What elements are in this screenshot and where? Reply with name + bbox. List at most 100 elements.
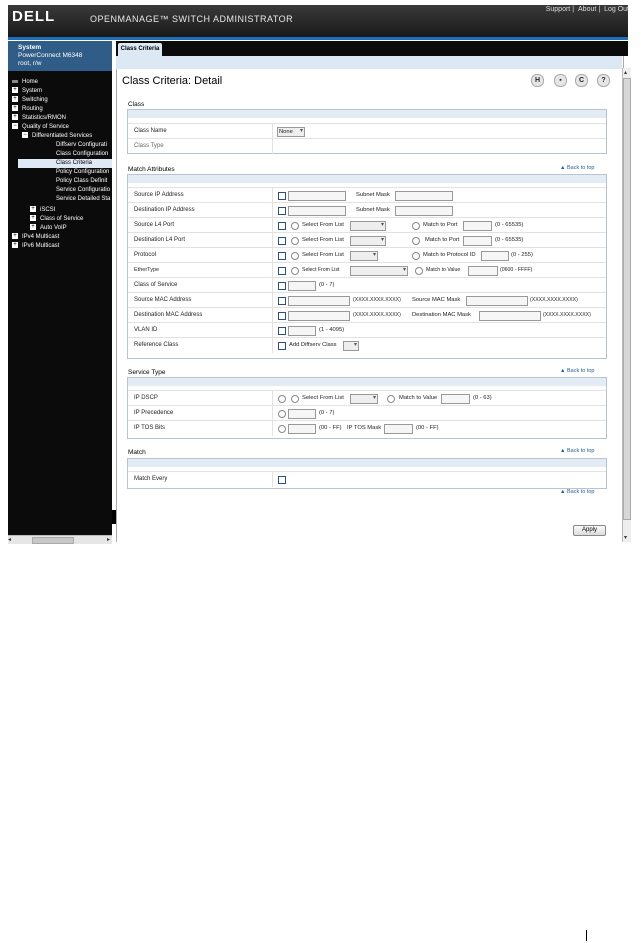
ip-tos-radio[interactable] [278, 425, 286, 433]
scrollbar-thumb[interactable] [623, 78, 631, 520]
ip-dscp-radio[interactable] [278, 395, 286, 403]
sidebar-item-cos[interactable]: + Class of Service [30, 215, 83, 224]
ethertype-value-input[interactable] [468, 266, 498, 276]
dest-ip-checkbox[interactable] [278, 207, 286, 215]
dest-mac-input[interactable] [288, 311, 350, 321]
source-l4-list-radio[interactable] [291, 222, 299, 230]
protocol-checkbox[interactable] [278, 252, 286, 260]
dest-mac-mask-input[interactable] [479, 311, 541, 321]
print-icon[interactable]: ▪ [554, 74, 567, 87]
save-icon[interactable]: H [531, 74, 544, 87]
ethertype-value-radio[interactable] [415, 267, 423, 275]
ethertype-list-radio[interactable] [291, 267, 299, 275]
cos-checkbox[interactable] [278, 282, 286, 290]
sidebar-item-class-criteria[interactable]: Class Criteria [18, 159, 112, 168]
expand-icon[interactable]: + [12, 233, 18, 240]
source-mac-input[interactable] [288, 296, 350, 306]
back-to-top-link[interactable]: ▲ Back to top [560, 165, 595, 171]
source-l4-port-input[interactable] [463, 221, 492, 231]
ethertype-checkbox[interactable] [278, 267, 286, 275]
sidebar-item-policy-class-def[interactable]: Policy Class Definit [56, 177, 107, 186]
ethertype-select[interactable] [350, 266, 408, 276]
ip-precedence-input[interactable] [288, 409, 316, 419]
reference-class-checkbox[interactable] [278, 342, 286, 350]
sidebar-item-ipv4-multicast[interactable]: + IPv4 Multicast [12, 233, 59, 242]
dscp-value-radio[interactable] [387, 395, 395, 403]
collapse-icon[interactable]: − [22, 132, 28, 139]
sidebar-item-qos[interactable]: − Quality of Service [12, 123, 69, 132]
diffserv-class-select[interactable] [343, 341, 359, 351]
protocol-select[interactable] [350, 251, 378, 261]
source-ip-checkbox[interactable] [278, 192, 286, 200]
sidebar-item-system[interactable]: + System [12, 87, 42, 96]
sidebar-item-autovoip[interactable]: + Auto VoIP [30, 224, 67, 233]
sidebar-item-policy-config[interactable]: Policy Configuration [56, 168, 109, 177]
expand-icon[interactable]: + [30, 206, 36, 213]
about-link[interactable]: About [576, 6, 598, 13]
sidebar-item-diffserv-config[interactable]: Diffserv Configurati [56, 141, 107, 150]
ip-precedence-radio[interactable] [278, 410, 286, 418]
expand-icon[interactable]: + [12, 87, 18, 94]
sidebar-item-diffserv[interactable]: − Differentiated Services [22, 132, 92, 141]
collapse-icon[interactable]: − [12, 123, 18, 130]
scroll-left-icon[interactable]: ◂ [8, 536, 11, 543]
support-link[interactable]: Support [544, 6, 573, 13]
sidebar-item-switching[interactable]: + Switching [12, 96, 48, 105]
back-to-top-link[interactable]: ▲ Back to top [560, 489, 595, 495]
expand-icon[interactable]: + [12, 96, 18, 103]
sidebar-item-routing[interactable]: + Routing [12, 105, 43, 114]
dest-ip-input[interactable] [288, 206, 346, 216]
dest-subnet-mask-input[interactable] [395, 206, 453, 216]
expand-icon[interactable]: + [12, 242, 18, 249]
source-mac-checkbox[interactable] [278, 297, 286, 305]
sidebar-item-class-config[interactable]: Class Configuration [56, 150, 108, 159]
class-name-select[interactable]: None [277, 127, 305, 137]
sidebar-item-ipv6-multicast[interactable]: + IPv6 Multicast [12, 242, 59, 251]
dest-l4-checkbox[interactable] [278, 237, 286, 245]
vlan-input[interactable] [288, 326, 316, 336]
source-l4-select[interactable] [350, 221, 386, 231]
dest-mac-checkbox[interactable] [278, 312, 286, 320]
tab-class-criteria[interactable]: Class Criteria [118, 43, 162, 56]
protocol-id-input[interactable] [481, 251, 509, 261]
apply-button[interactable]: Apply [573, 525, 606, 536]
dscp-value-input[interactable] [441, 394, 470, 404]
match-every-checkbox[interactable] [278, 476, 286, 484]
cos-input[interactable] [288, 281, 316, 291]
sidebar-item-iscsi[interactable]: + iSCSI [30, 206, 55, 215]
protocol-list-radio[interactable] [291, 252, 299, 260]
dscp-list-radio[interactable] [291, 395, 299, 403]
source-ip-input[interactable] [288, 191, 346, 201]
expand-icon[interactable]: + [30, 215, 36, 222]
dest-l4-port-input[interactable] [463, 236, 492, 246]
dest-l4-select[interactable] [350, 236, 386, 246]
source-subnet-mask-input[interactable] [395, 191, 453, 201]
help-icon[interactable]: ? [597, 74, 610, 87]
source-l4-port-radio[interactable] [412, 222, 420, 230]
source-mac-mask-input[interactable] [466, 296, 528, 306]
back-to-top-link[interactable]: ▲ Back to top [560, 448, 595, 454]
sidebar-item-home[interactable]: Home [12, 78, 38, 87]
sidebar-item-statistics[interactable]: + Statistics/RMON [12, 114, 66, 123]
sidebar-item-service-config[interactable]: Service Configuratio [56, 186, 110, 195]
expand-icon[interactable]: + [30, 224, 36, 231]
sidebar-horizontal-scrollbar[interactable]: ◂ ▸ [8, 535, 112, 544]
dest-l4-list-radio[interactable] [291, 237, 299, 245]
back-to-top-link[interactable]: ▲ Back to top [560, 368, 595, 374]
protocol-id-radio[interactable] [412, 252, 420, 260]
logout-link[interactable]: Log Out [602, 6, 631, 13]
refresh-icon[interactable]: C [575, 74, 588, 87]
scrollbar-thumb[interactable] [32, 537, 74, 544]
sidebar-item-service-detailed[interactable]: Service Detailed Sta [56, 195, 110, 204]
ip-tos-input[interactable] [288, 424, 316, 434]
scroll-up-icon[interactable]: ▴ [624, 69, 627, 76]
scroll-right-icon[interactable]: ▸ [107, 536, 110, 543]
expand-icon[interactable]: + [12, 114, 18, 121]
expand-icon[interactable]: + [12, 105, 18, 112]
dest-l4-port-radio[interactable] [412, 237, 420, 245]
source-l4-checkbox[interactable] [278, 222, 286, 230]
vlan-checkbox[interactable] [278, 327, 286, 335]
ip-tos-mask-input[interactable] [384, 424, 413, 434]
scroll-down-icon[interactable]: ▾ [624, 534, 627, 541]
dscp-select[interactable] [350, 394, 378, 404]
